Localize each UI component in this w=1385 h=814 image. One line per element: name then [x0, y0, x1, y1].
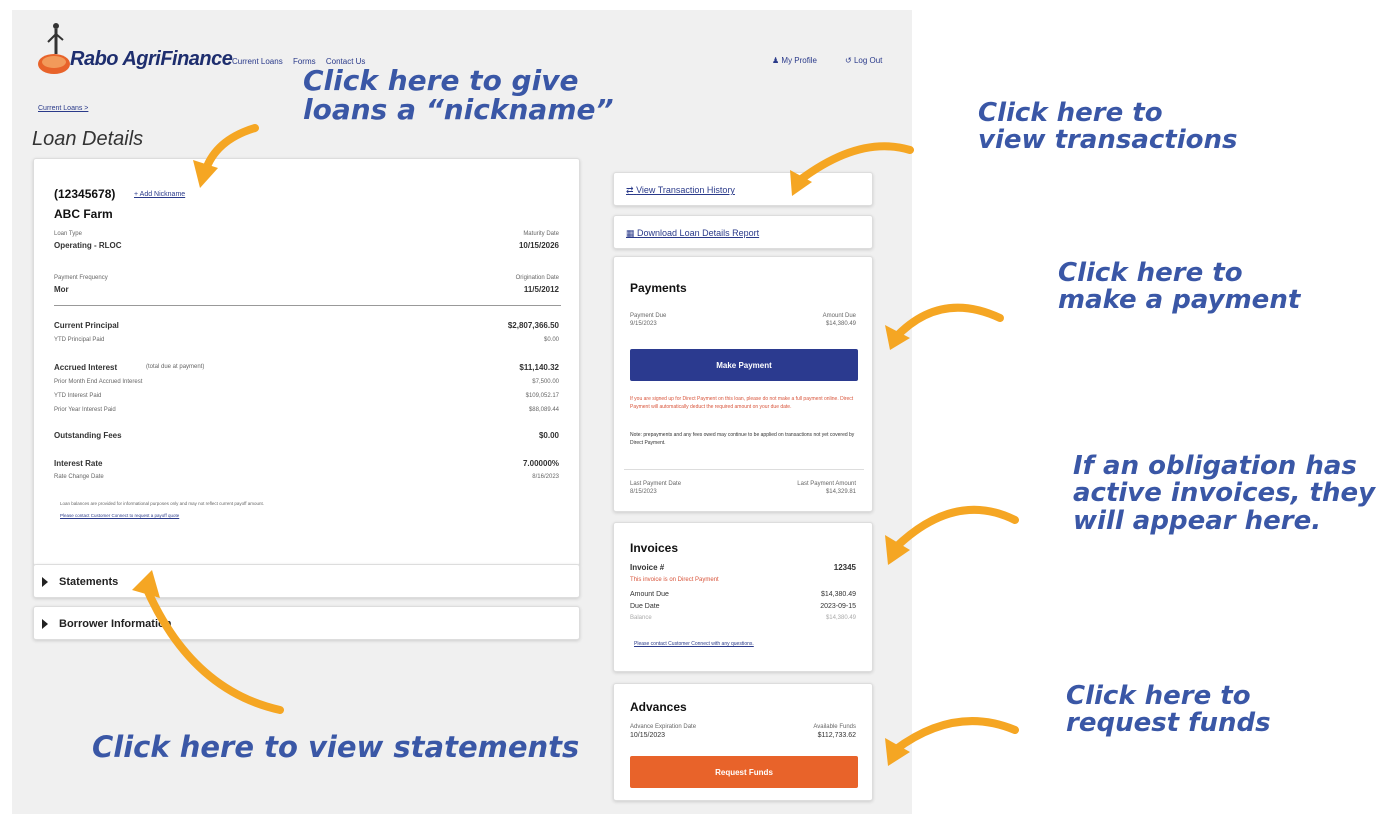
arrow-icon	[796, 142, 914, 184]
arrow-icon	[201, 124, 259, 176]
annotation-payment: Click here to make a payment	[1058, 258, 1301, 316]
annotation-statements: Click here to view statements	[92, 730, 580, 764]
arrow-icon	[141, 581, 284, 714]
arrow-icon	[891, 717, 1019, 754]
tutorial-screenshot: Rabo AgriFinance Current Loans Forms Con…	[0, 0, 1385, 814]
arrow-icon	[891, 303, 1004, 342]
annotation-transactions: Click here to view transactions	[978, 98, 1238, 156]
annotation-invoices: If an obligation has active invoices, th…	[1073, 451, 1376, 536]
annotation-funds: Click here to request funds	[1066, 681, 1271, 739]
arrowhead-icon	[132, 570, 160, 598]
arrowhead-icon	[193, 160, 218, 188]
annotation-nickname: Click here to give loans a “nickname”	[303, 64, 614, 127]
arrow-icon	[891, 505, 1019, 552]
